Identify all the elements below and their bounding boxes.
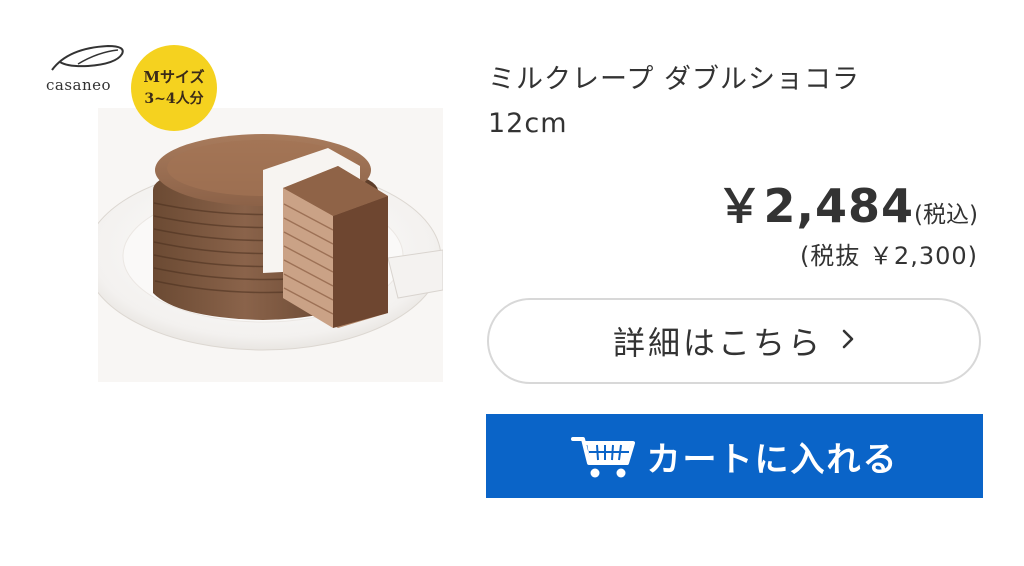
servings-label: 3~4人分 — [144, 91, 204, 107]
chevron-right-icon — [841, 328, 855, 354]
size-badge: Mサイズ 3~4人分 — [131, 45, 217, 131]
product-name[interactable]: ミルクレープ ダブルショコラ 12cm — [488, 58, 968, 146]
product-name-line2: 12cm — [488, 108, 568, 139]
product-name-line1: ミルクレープ ダブルショコラ — [488, 64, 860, 95]
price-main: ￥2,484(税込) — [717, 170, 978, 236]
product-card: casaneo Mサイズ 3~4人分 ミルクレープ ダブルショコラ 12cm ￥… — [0, 0, 1024, 566]
product-image[interactable] — [98, 108, 443, 382]
brand-name: casaneo — [46, 76, 112, 94]
price-block: ￥2,484(税込) (税抜 ￥2,300) — [717, 170, 978, 271]
cake-illustration — [98, 134, 443, 351]
price-value: ￥2,484 — [716, 179, 915, 233]
casaneo-swoosh-logo-icon — [51, 44, 124, 71]
size-label: Mサイズ — [143, 68, 205, 86]
add-to-cart-button[interactable]: カートに入れる — [486, 414, 983, 498]
detail-button[interactable]: 詳細はこちら — [487, 298, 981, 384]
brand-logo[interactable]: casaneo — [44, 42, 128, 100]
price-tax-excluded: (税抜 ￥2,300) — [799, 242, 978, 270]
shopping-cart-icon — [570, 433, 637, 485]
add-to-cart-label: カートに入れる — [646, 439, 899, 480]
tax-included-label: (税込) — [914, 202, 978, 228]
detail-button-label: 詳細はこちら — [612, 324, 823, 362]
